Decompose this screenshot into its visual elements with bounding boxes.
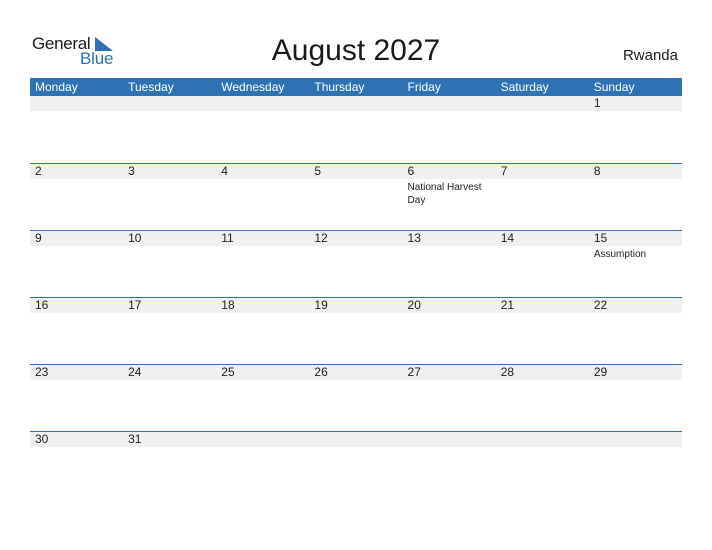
day-cell[interactable]: 29 — [589, 365, 682, 432]
day-cell[interactable]: 10 — [123, 231, 216, 298]
day-cell[interactable]: 14 — [496, 231, 589, 298]
weekday-wednesday: Wednesday — [221, 80, 285, 94]
holiday-label: National Harvest Day — [407, 182, 482, 206]
day-cell — [216, 96, 309, 163]
weekday-thursday: Thursday — [314, 80, 365, 94]
day-cell[interactable]: 12 — [309, 231, 402, 298]
day-number: 31 — [128, 432, 142, 446]
day-number: 14 — [500, 231, 515, 245]
day-cell[interactable]: 18 — [216, 298, 309, 365]
week-row: 23 24 25 26 27 28 29 — [30, 364, 682, 432]
weekday-saturday: Saturday — [500, 80, 549, 94]
day-cell[interactable]: 19 — [309, 298, 402, 365]
day-number: 23 — [35, 365, 49, 379]
day-number: 8 — [593, 164, 601, 178]
day-cell[interactable]: 16 — [30, 298, 123, 365]
day-cell[interactable]: 17 — [123, 298, 216, 365]
day-cell[interactable]: 9 — [30, 231, 123, 298]
holiday-label: Assumption — [593, 249, 647, 260]
day-cell[interactable]: 22 — [589, 298, 682, 365]
day-number: 13 — [407, 231, 421, 245]
day-number: 24 — [128, 365, 142, 379]
day-number: 21 — [500, 298, 515, 312]
day-number: 30 — [35, 432, 49, 446]
weekday-tuesday: Tuesday — [128, 80, 174, 94]
day-cell[interactable]: 7 — [496, 164, 589, 231]
day-number: 5 — [314, 164, 322, 178]
day-number: 17 — [128, 298, 142, 312]
day-cell — [496, 432, 589, 499]
day-number: 6 — [407, 164, 415, 178]
day-number: 10 — [128, 231, 142, 245]
day-number: 15 — [593, 231, 608, 245]
day-cell[interactable]: 25 — [216, 365, 309, 432]
day-number: 27 — [407, 365, 421, 379]
day-number: 28 — [500, 365, 515, 379]
day-number: 26 — [314, 365, 328, 379]
day-cell — [589, 432, 682, 499]
week-row: 16 17 18 19 20 21 22 — [30, 297, 682, 365]
day-number: 7 — [500, 164, 508, 178]
day-cell — [123, 96, 216, 163]
day-number: 12 — [314, 231, 328, 245]
day-cell[interactable]: 4 — [216, 164, 309, 231]
day-cell — [403, 96, 496, 163]
day-cell[interactable]: 13 — [403, 231, 496, 298]
day-number: 18 — [221, 298, 235, 312]
day-cell — [496, 96, 589, 163]
day-cell[interactable]: 23 — [30, 365, 123, 432]
day-number: 3 — [128, 164, 135, 178]
day-cell[interactable]: 28 — [496, 365, 589, 432]
day-cell[interactable]: 20 — [403, 298, 496, 365]
week-row: 2 3 4 5 6 National Harvest Day 7 8 — [30, 163, 682, 231]
day-cell[interactable]: 31 — [123, 432, 216, 499]
day-number: 19 — [314, 298, 328, 312]
day-cell — [403, 432, 496, 499]
day-number: 25 — [221, 365, 235, 379]
day-cell[interactable]: 26 — [309, 365, 402, 432]
day-cell[interactable]: 6 National Harvest Day — [403, 164, 496, 231]
day-number: 1 — [593, 96, 601, 110]
day-cell — [309, 432, 402, 499]
day-cell[interactable]: 27 — [403, 365, 496, 432]
day-cell — [309, 96, 402, 163]
day-cell[interactable]: 8 — [589, 164, 682, 231]
day-cell[interactable]: 11 — [216, 231, 309, 298]
day-cell[interactable]: 21 — [496, 298, 589, 365]
day-cell[interactable]: 5 — [309, 164, 402, 231]
day-cell — [216, 432, 309, 499]
weekday-sunday: Sunday — [593, 80, 635, 94]
weekday-header: Monday Tuesday Wednesday Thursday Friday… — [30, 78, 682, 96]
day-number: 22 — [593, 298, 608, 312]
week-row: 1 — [30, 96, 682, 163]
week-row: 9 10 11 12 13 14 15 Assumption — [30, 230, 682, 298]
day-number: 4 — [221, 164, 228, 178]
day-cell[interactable]: 3 — [123, 164, 216, 231]
day-number: 9 — [35, 231, 42, 245]
day-number: 11 — [221, 231, 234, 245]
day-cell[interactable]: 30 — [30, 432, 123, 499]
day-cell[interactable]: 15 Assumption — [589, 231, 682, 298]
calendar-title: August 2027 — [271, 34, 441, 67]
day-number: 2 — [35, 164, 42, 178]
day-number: 16 — [35, 298, 49, 312]
day-cell[interactable]: 24 — [123, 365, 216, 432]
weekday-friday: Friday — [407, 80, 441, 94]
day-cell[interactable]: 2 — [30, 164, 123, 231]
day-cell — [30, 96, 123, 163]
weekday-monday: Monday — [35, 80, 78, 94]
week-row: 30 31 — [30, 431, 682, 499]
country-label: Rwanda — [622, 47, 678, 64]
day-number: 20 — [407, 298, 421, 312]
day-number: 29 — [593, 365, 608, 379]
day-cell[interactable]: 1 — [589, 96, 682, 163]
